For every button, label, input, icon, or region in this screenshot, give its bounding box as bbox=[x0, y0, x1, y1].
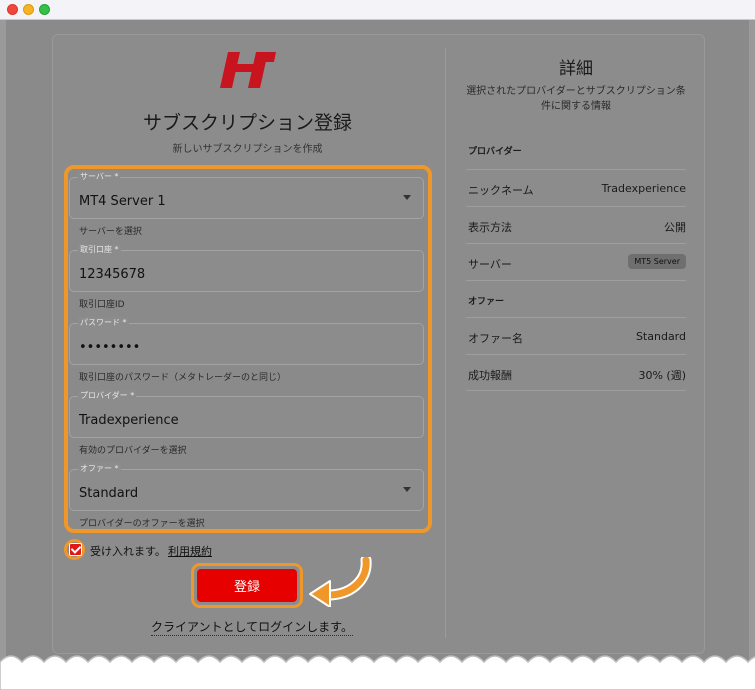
register-button[interactable]: 登録 bbox=[197, 569, 297, 602]
details-title: 詳細 bbox=[559, 59, 593, 79]
detail-value: Tradexperience bbox=[601, 182, 686, 195]
page-title: サブスクリプション登録 bbox=[142, 112, 352, 134]
detail-row: 成功報酬 30% (週) bbox=[466, 354, 686, 391]
provider-section-heading: プロバイダー bbox=[468, 147, 522, 157]
detail-value: 公開 bbox=[664, 221, 686, 234]
details-description: 選択されたプロバイダーとサブスクリプション条件に関する情報 bbox=[466, 86, 686, 112]
field-value: Standard bbox=[79, 486, 139, 501]
page-subtitle: 新しいサブスクリプションを作成 bbox=[172, 144, 323, 155]
detail-key: 成功報酬 bbox=[468, 369, 512, 382]
field-helper: プロバイダーのオファーを選択 bbox=[79, 519, 205, 529]
chevron-down-icon[interactable] bbox=[403, 487, 411, 492]
field-label: パスワード * bbox=[78, 317, 129, 328]
pane-divider bbox=[445, 48, 446, 638]
field-label: プロバイダー * bbox=[78, 390, 137, 401]
client-login-link[interactable]: クライアントとしてログインします。 bbox=[151, 618, 353, 636]
field-value: Tradexperience bbox=[79, 413, 179, 428]
detail-key: 表示方法 bbox=[468, 221, 512, 234]
terms-link[interactable]: 利用規約 bbox=[168, 543, 212, 559]
password-input[interactable]: パスワード * •••••••• bbox=[69, 317, 424, 365]
offer-section-row: オファー bbox=[466, 280, 686, 317]
close-window-icon[interactable] bbox=[7, 4, 18, 15]
offer-section-heading: オファー bbox=[468, 297, 505, 307]
account-input[interactable]: 取引口座 * 12345678 bbox=[69, 244, 424, 292]
minimize-window-icon[interactable] bbox=[23, 4, 34, 15]
detail-row: サーバー MT5 Server bbox=[466, 243, 686, 280]
app-window: サブスクリプション登録 新しいサブスクリプションを作成 サーバー * MT4 S… bbox=[0, 0, 755, 690]
detail-key: ニックネーム bbox=[468, 184, 534, 197]
server-chip: MT5 Server bbox=[628, 254, 686, 269]
window-frame-left bbox=[0, 20, 6, 690]
field-value: 12345678 bbox=[79, 267, 146, 282]
offer-select[interactable]: オファー * Standard bbox=[69, 463, 424, 511]
detail-row: ニックネーム Tradexperience bbox=[466, 169, 686, 206]
server-select[interactable]: サーバー * MT4 Server 1 bbox=[69, 171, 424, 219]
torn-edge-decoration bbox=[0, 655, 755, 690]
detail-key: オファー名 bbox=[468, 332, 523, 345]
detail-row: オファー名 Standard bbox=[466, 317, 686, 354]
field-label: 取引口座 * bbox=[78, 244, 121, 255]
detail-value: 30% (週) bbox=[638, 369, 686, 382]
field-value: •••••••• bbox=[79, 340, 141, 355]
brand-logo-icon bbox=[220, 52, 276, 88]
detail-value: Standard bbox=[635, 330, 686, 343]
pointer-arrow-icon bbox=[309, 557, 372, 607]
chevron-down-icon[interactable] bbox=[403, 195, 411, 200]
maximize-window-icon[interactable] bbox=[39, 4, 50, 15]
field-helper: 取引口座のパスワード（メタトレーダーのと同じ） bbox=[79, 373, 287, 383]
field-helper: サーバーを選択 bbox=[79, 227, 142, 237]
accept-label: 受け入れます。 bbox=[90, 545, 166, 558]
detail-key: サーバー bbox=[468, 258, 512, 271]
field-label: オファー * bbox=[78, 463, 121, 474]
field-helper: 取引口座ID bbox=[79, 300, 125, 310]
field-value: MT4 Server 1 bbox=[79, 194, 166, 209]
field-helper: 有効のプロバイダーを選択 bbox=[79, 446, 187, 456]
window-frame-right bbox=[749, 20, 755, 690]
terms-checkbox[interactable] bbox=[69, 543, 82, 556]
field-label: サーバー * bbox=[78, 171, 121, 182]
title-bar bbox=[0, 0, 755, 20]
detail-row: 表示方法 公開 bbox=[466, 206, 686, 243]
provider-input[interactable]: プロバイダー * Tradexperience bbox=[69, 390, 424, 438]
